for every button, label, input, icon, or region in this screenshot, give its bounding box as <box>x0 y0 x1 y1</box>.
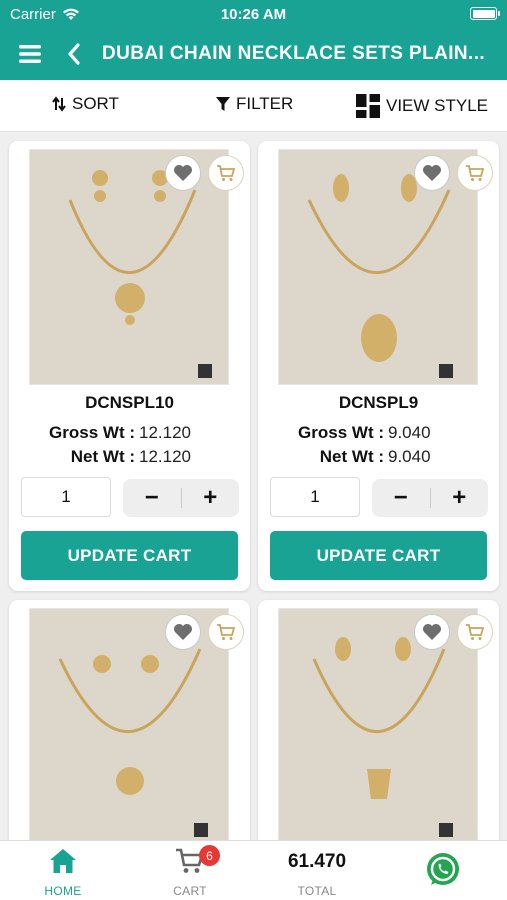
product-card[interactable]: DCNSPL10 Gross Wt : 12.120 Net Wt : 12.1… <box>9 141 250 591</box>
quantity-stepper: − + <box>123 479 239 517</box>
whatsapp-icon <box>427 853 459 885</box>
product-image[interactable] <box>278 149 478 385</box>
product-sku: DCNSPL10 <box>85 393 174 412</box>
heart-icon <box>174 165 192 181</box>
increment-button[interactable]: + <box>430 479 488 517</box>
decrement-button[interactable]: − <box>123 479 181 517</box>
net-weight-label: Net Wt : <box>70 447 135 466</box>
net-weight-value: 9.040 <box>388 447 431 466</box>
product-card[interactable] <box>258 600 499 840</box>
add-to-cart-button[interactable] <box>208 614 244 650</box>
heart-icon <box>423 165 441 181</box>
net-weight-value: 12.120 <box>139 447 191 466</box>
tab-total[interactable]: 61.470 TOTAL <box>254 841 380 900</box>
product-card[interactable]: DCNSPL9 Gross Wt : 9.040 Net Wt : 9.040 … <box>258 141 499 591</box>
quantity-input[interactable]: 1 <box>21 477 111 517</box>
cart-icon <box>217 165 236 181</box>
page-title: DUBAI CHAIN NECKLACE SETS PLAIN... <box>102 43 486 64</box>
add-to-cart-button[interactable] <box>208 155 244 191</box>
bottom-tab-bar: HOME 6 CART 61.470 TOTAL <box>0 840 507 900</box>
update-cart-button[interactable]: UPDATE CART <box>21 531 238 580</box>
heart-icon <box>423 624 441 640</box>
add-to-cart-button[interactable] <box>457 155 493 191</box>
sort-label: SORT <box>72 94 119 113</box>
gross-weight-label: Gross Wt : <box>49 423 135 442</box>
tab-cart[interactable]: 6 CART <box>127 841 253 900</box>
quantity-input[interactable]: 1 <box>270 477 360 517</box>
add-to-cart-button[interactable] <box>457 614 493 650</box>
gross-weight-value: 9.040 <box>388 423 431 442</box>
product-card[interactable] <box>9 600 250 840</box>
quantity-stepper: − + <box>372 479 488 517</box>
back-button[interactable] <box>60 28 88 80</box>
product-image[interactable] <box>29 149 229 385</box>
tab-total-label: TOTAL <box>297 884 337 898</box>
battery-icon <box>470 7 500 20</box>
decrement-button[interactable]: − <box>372 479 430 517</box>
product-weights: Gross Wt : 12.120 Net Wt : 12.120 <box>9 423 250 471</box>
favorite-button[interactable] <box>414 155 450 191</box>
update-cart-button[interactable]: UPDATE CART <box>270 531 487 580</box>
status-bar: Carrier 10:26 AM <box>0 0 507 28</box>
view-style-button[interactable]: VIEW STYLE <box>356 94 488 118</box>
toolbar: SORT FILTER VIEW STYLE <box>0 80 507 132</box>
increment-button[interactable]: + <box>181 479 239 517</box>
cart-total-value: 61.470 <box>287 851 347 872</box>
view-style-label: VIEW STYLE <box>386 96 489 115</box>
grid-view-icon <box>356 94 380 118</box>
filter-icon <box>216 97 230 111</box>
net-weight-label: Net Wt : <box>319 447 384 466</box>
favorite-button[interactable] <box>414 614 450 650</box>
home-icon <box>50 849 76 873</box>
cart-icon <box>466 165 485 181</box>
filter-button[interactable]: FILTER <box>216 94 293 114</box>
cart-count-badge: 6 <box>199 845 220 866</box>
product-grid: DCNSPL10 Gross Wt : 12.120 Net Wt : 12.1… <box>0 132 507 840</box>
filter-label: FILTER <box>236 94 294 113</box>
chevron-left-icon <box>68 43 80 65</box>
sort-icon <box>52 96 66 112</box>
sort-button[interactable]: SORT <box>52 94 119 114</box>
cart-icon <box>217 624 236 640</box>
favorite-button[interactable] <box>165 155 201 191</box>
clock: 10:26 AM <box>220 6 287 23</box>
product-sku: DCNSPL9 <box>338 393 419 412</box>
tab-whatsapp[interactable] <box>380 841 506 900</box>
nav-bar: DUBAI CHAIN NECKLACE SETS PLAIN... <box>0 28 507 80</box>
gross-weight-value: 12.120 <box>139 423 191 442</box>
gross-weight-label: Gross Wt : <box>298 423 384 442</box>
tab-home[interactable]: HOME <box>0 841 126 900</box>
hamburger-icon <box>19 45 41 63</box>
heart-icon <box>174 624 192 640</box>
product-image[interactable] <box>29 608 229 840</box>
menu-button[interactable] <box>0 28 60 80</box>
product-weights: Gross Wt : 9.040 Net Wt : 9.040 <box>258 423 499 471</box>
tab-home-label: HOME <box>44 884 82 898</box>
favorite-button[interactable] <box>165 614 201 650</box>
product-image[interactable] <box>278 608 478 840</box>
cart-icon <box>466 624 485 640</box>
tab-cart-label: CART <box>173 884 207 898</box>
